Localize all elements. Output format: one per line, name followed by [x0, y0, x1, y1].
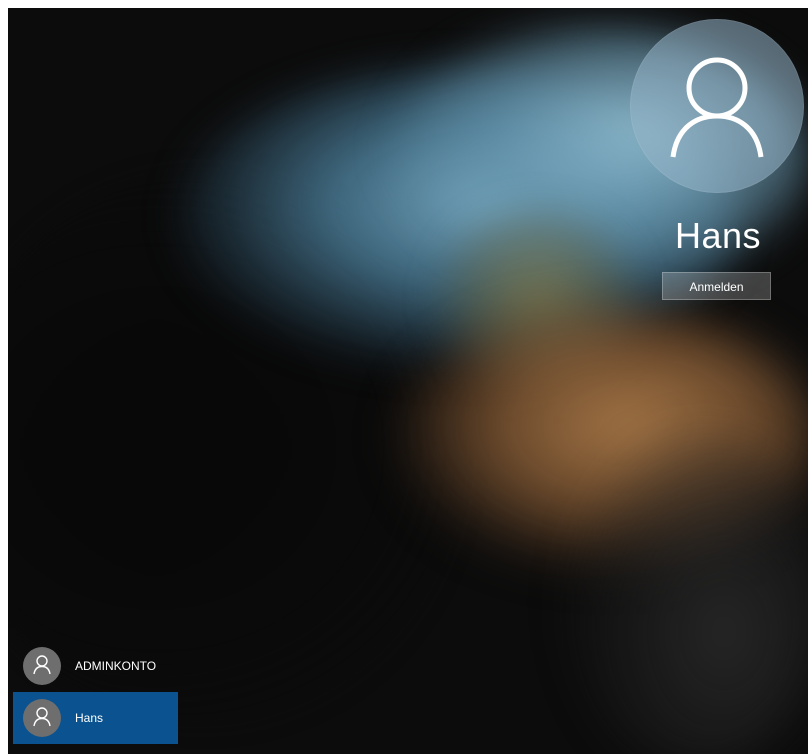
- background-blur-olive: [438, 208, 638, 388]
- account-item-adminkonto[interactable]: ADMINKONTO: [13, 640, 178, 692]
- account-item-hans[interactable]: Hans: [13, 692, 178, 744]
- lock-screen: Hans Anmelden ADMINKONTO Hans: [8, 8, 808, 754]
- account-list: ADMINKONTO Hans: [13, 640, 178, 744]
- user-icon: [670, 57, 764, 158]
- account-label: Hans: [75, 711, 104, 725]
- user-icon: [33, 707, 51, 727]
- background-blur-tan: [398, 308, 808, 568]
- account-label: ADMINKONTO: [75, 659, 157, 673]
- account-avatar: [23, 699, 61, 737]
- account-avatar: [23, 647, 61, 685]
- user-name: Hans: [674, 215, 762, 256]
- user-avatar: [630, 19, 804, 193]
- signin-button[interactable]: Anmelden: [662, 272, 771, 300]
- user-icon: [33, 655, 51, 675]
- background-blur-dark: [568, 428, 808, 754]
